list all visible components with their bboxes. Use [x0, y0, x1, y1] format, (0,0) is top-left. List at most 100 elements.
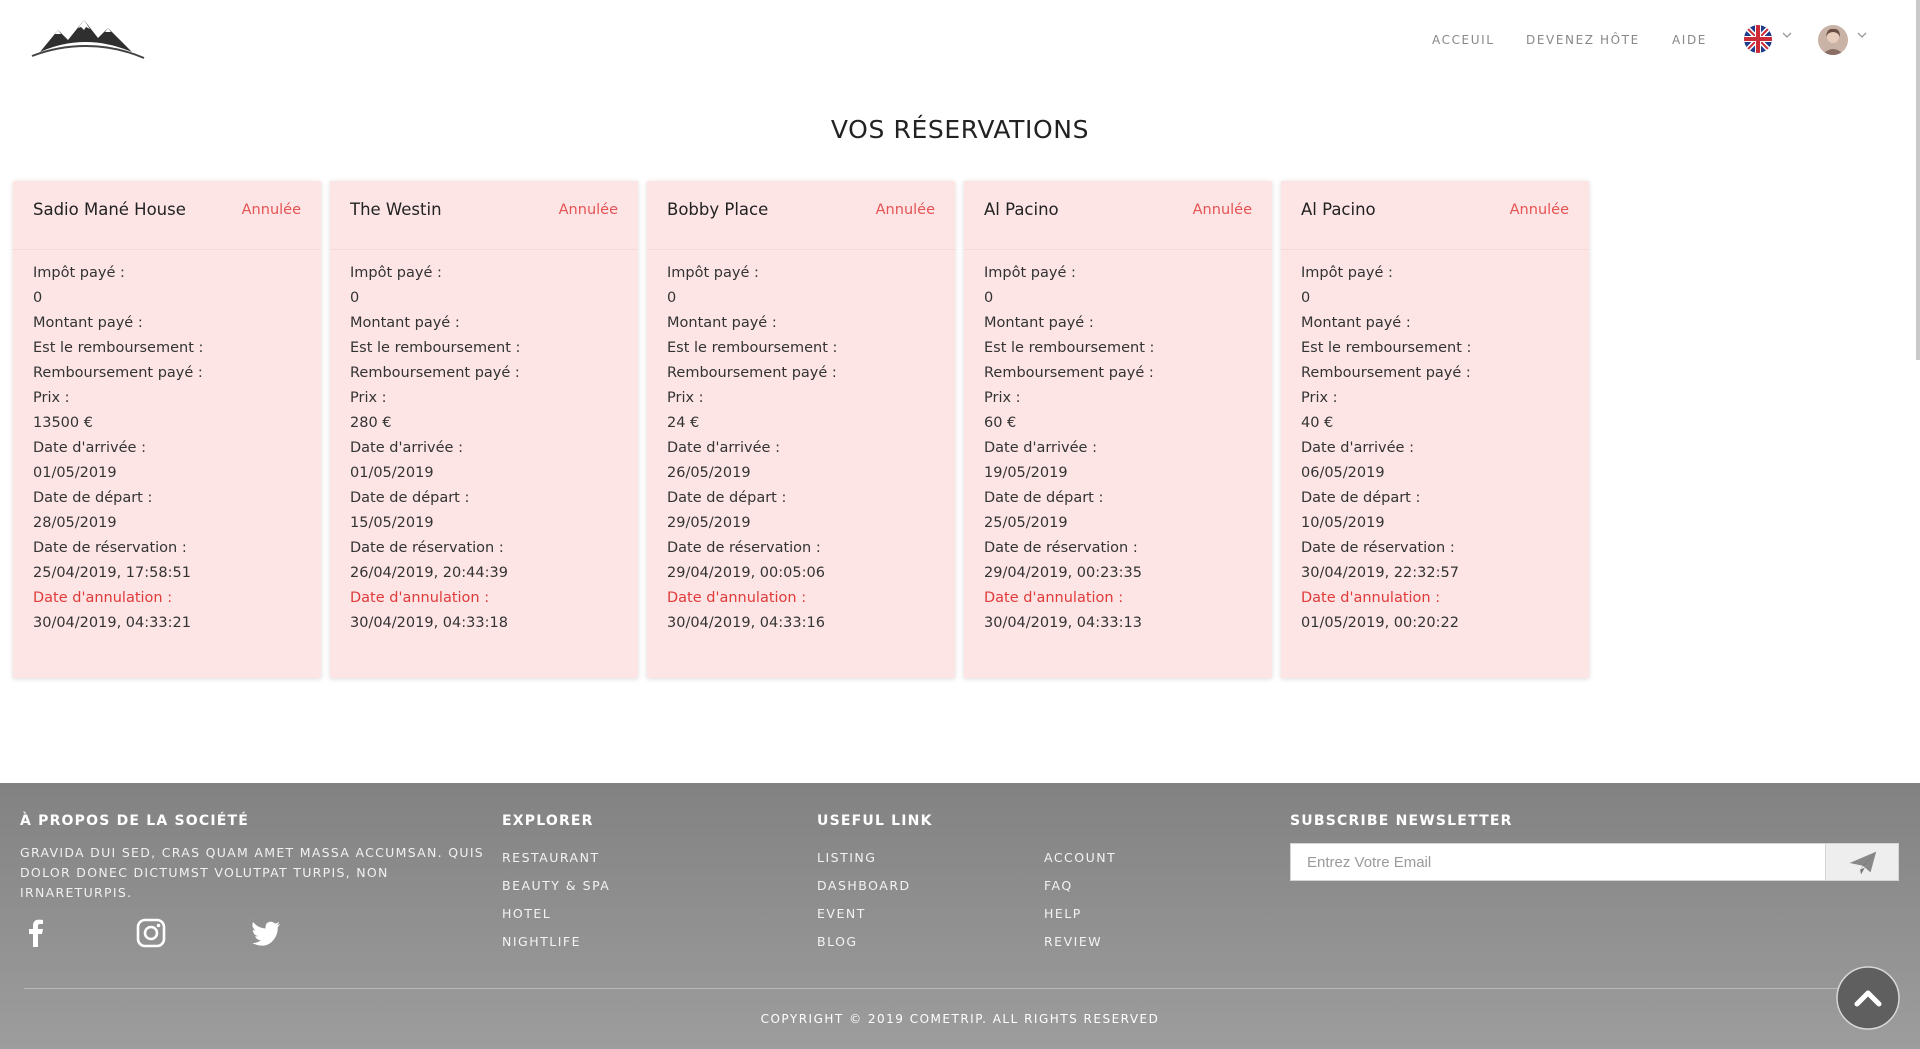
value-reservation: 29/04/2019, 00:23:35	[984, 565, 1142, 581]
label-depart: Date de départ :	[1301, 490, 1421, 506]
label-impot: Impôt payé :	[350, 265, 442, 281]
label-montant: Montant payé :	[350, 315, 460, 331]
label-reservation: Date de réservation :	[33, 540, 187, 556]
nav-devenez-hote[interactable]: DEVENEZ HÔTE	[1526, 33, 1640, 47]
card-header: Al Pacino Annulée	[964, 181, 1272, 250]
value-prix: 280 €	[350, 415, 392, 431]
chevron-down-icon[interactable]	[1857, 30, 1867, 40]
card-details: Impôt payé : 0 Montant payé : Est le rem…	[33, 261, 203, 636]
footer-link-hotel[interactable]: HOTEL	[502, 906, 551, 921]
facebook-icon[interactable]	[20, 917, 52, 949]
label-reservation: Date de réservation :	[350, 540, 504, 556]
footer-link-nightlife[interactable]: NIGHTLIFE	[502, 934, 581, 949]
uk-flag-icon[interactable]	[1744, 25, 1772, 53]
footer-link-blog[interactable]: BLOG	[817, 934, 858, 949]
value-depart: 29/05/2019	[667, 515, 751, 531]
newsletter-submit-button[interactable]	[1825, 843, 1899, 881]
property-name[interactable]: Sadio Mané House	[33, 200, 186, 219]
label-montant: Montant payé :	[1301, 315, 1411, 331]
reservation-card: Al Pacino Annulée Impôt payé : 0 Montant…	[1281, 181, 1589, 678]
about-heading: À PROPOS DE LA SOCIÉTÉ	[20, 813, 250, 829]
footer-link-dashboard[interactable]: DASHBOARD	[817, 878, 911, 893]
card-header: Bobby Place Annulée	[647, 181, 955, 250]
value-annulation: 30/04/2019, 04:33:18	[350, 615, 508, 631]
status-badge: Annulée	[1192, 202, 1252, 218]
scroll-to-top-button[interactable]	[1836, 962, 1920, 1030]
newsletter-heading: SUBSCRIBE NEWSLETTER	[1290, 813, 1513, 829]
footer-link-review[interactable]: REVIEW	[1044, 934, 1102, 949]
footer-link-faq[interactable]: FAQ	[1044, 878, 1073, 893]
label-prix: Prix :	[984, 390, 1021, 406]
newsletter-email-input[interactable]	[1290, 843, 1825, 881]
footer-link-beauty-spa[interactable]: BEAUTY & SPA	[502, 878, 610, 893]
label-depart: Date de départ :	[667, 490, 787, 506]
status-badge: Annulée	[875, 202, 935, 218]
label-prix: Prix :	[350, 390, 387, 406]
property-name[interactable]: Al Pacino	[1301, 200, 1376, 219]
label-arrivee: Date d'arrivée :	[1301, 440, 1414, 456]
label-montant: Montant payé :	[984, 315, 1094, 331]
page-title: VOS RÉSERVATIONS	[830, 114, 1090, 144]
label-annulation: Date d'annulation :	[350, 590, 490, 606]
footer-link-restaurant[interactable]: RESTAURANT	[502, 850, 600, 865]
label-depart: Date de départ :	[350, 490, 470, 506]
footer-link-help[interactable]: HELP	[1044, 906, 1082, 921]
label-prix: Prix :	[33, 390, 70, 406]
card-header: Al Pacino Annulée	[1281, 181, 1589, 250]
value-depart: 10/05/2019	[1301, 515, 1385, 531]
value-arrivee: 06/05/2019	[1301, 465, 1385, 481]
site-header: ACCEUIL DEVENEZ HÔTE AIDE	[0, 0, 1920, 80]
label-remboursement-paye: Remboursement payé :	[667, 365, 837, 381]
label-annulation: Date d'annulation :	[1301, 590, 1441, 606]
value-impot: 0	[984, 290, 994, 306]
value-reservation: 25/04/2019, 17:58:51	[33, 565, 191, 581]
label-impot: Impôt payé :	[33, 265, 125, 281]
label-arrivee: Date d'arrivée :	[350, 440, 463, 456]
value-annulation: 30/04/2019, 04:33:21	[33, 615, 191, 631]
value-depart: 15/05/2019	[350, 515, 434, 531]
value-prix: 13500 €	[33, 415, 93, 431]
label-est-remboursement: Est le remboursement :	[984, 340, 1155, 356]
card-details: Impôt payé : 0 Montant payé : Est le rem…	[350, 261, 520, 636]
card-details: Impôt payé : 0 Montant payé : Est le rem…	[667, 261, 837, 636]
label-annulation: Date d'annulation :	[667, 590, 807, 606]
property-name[interactable]: Al Pacino	[984, 200, 1059, 219]
user-avatar[interactable]	[1818, 25, 1848, 55]
value-depart: 25/05/2019	[984, 515, 1068, 531]
footer-link-listing[interactable]: LISTING	[817, 850, 876, 865]
paper-plane-icon	[1849, 851, 1877, 875]
page-scrollbar[interactable]	[1916, 0, 1920, 360]
value-annulation: 01/05/2019, 00:20:22	[1301, 615, 1459, 631]
label-est-remboursement: Est le remboursement :	[667, 340, 838, 356]
label-est-remboursement: Est le remboursement :	[350, 340, 521, 356]
reservation-card: Sadio Mané House Annulée Impôt payé : 0 …	[13, 181, 321, 678]
footer-link-account[interactable]: ACCOUNT	[1044, 850, 1116, 865]
label-est-remboursement: Est le remboursement :	[33, 340, 204, 356]
twitter-icon[interactable]	[250, 917, 282, 949]
status-badge: Annulée	[1509, 202, 1569, 218]
label-prix: Prix :	[667, 390, 704, 406]
value-arrivee: 19/05/2019	[984, 465, 1068, 481]
value-impot: 0	[667, 290, 677, 306]
label-remboursement-paye: Remboursement payé :	[1301, 365, 1471, 381]
property-name[interactable]: Bobby Place	[667, 200, 768, 219]
property-name[interactable]: The Westin	[350, 200, 442, 219]
about-text: GRAVIDA DUI SED, CRAS QUAM AMET MASSA AC…	[20, 845, 485, 900]
label-reservation: Date de réservation :	[1301, 540, 1455, 556]
site-footer: À PROPOS DE LA SOCIÉTÉ GRAVIDA DUI SED, …	[0, 783, 1920, 1049]
nav-aide[interactable]: AIDE	[1672, 33, 1707, 47]
value-impot: 0	[1301, 290, 1311, 306]
value-impot: 0	[33, 290, 43, 306]
instagram-icon[interactable]	[135, 917, 167, 949]
chevron-down-icon[interactable]	[1782, 30, 1792, 40]
footer-link-event[interactable]: EVENT	[817, 906, 866, 921]
label-impot: Impôt payé :	[667, 265, 759, 281]
label-remboursement-paye: Remboursement payé :	[984, 365, 1154, 381]
label-prix: Prix :	[1301, 390, 1338, 406]
mountain-logo[interactable]	[28, 16, 146, 60]
status-badge: Annulée	[558, 202, 618, 218]
label-annulation: Date d'annulation :	[984, 590, 1124, 606]
nav-accueil[interactable]: ACCEUIL	[1432, 33, 1495, 47]
value-prix: 60 €	[984, 415, 1017, 431]
value-annulation: 30/04/2019, 04:33:16	[667, 615, 825, 631]
